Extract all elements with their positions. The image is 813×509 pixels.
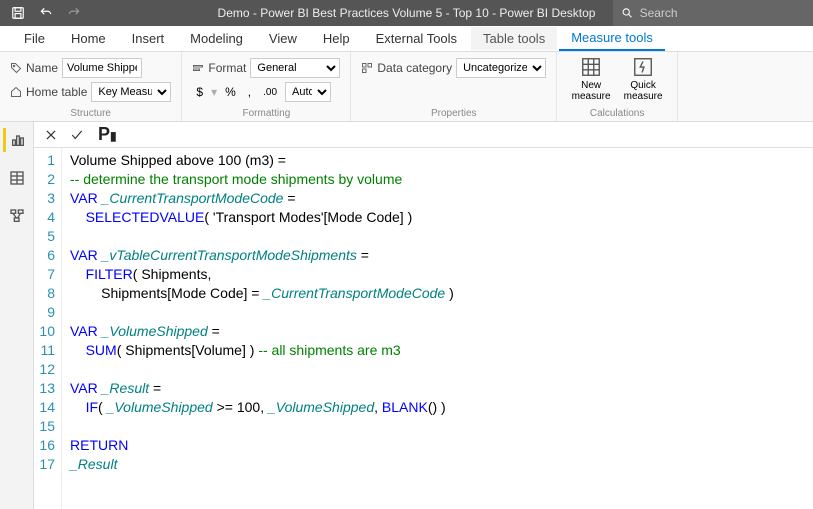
new-measure-icon [580, 56, 602, 78]
table-icon [9, 170, 25, 186]
format-label: Format [192, 61, 246, 75]
report-view-button[interactable] [3, 128, 27, 152]
currency-button[interactable]: $ [192, 83, 207, 101]
tab-help[interactable]: Help [311, 27, 362, 50]
group-label-structure: Structure [10, 106, 171, 121]
tab-insert[interactable]: Insert [120, 27, 177, 50]
window-title: Demo - Power BI Best Practices Volume 5 … [218, 6, 596, 20]
cancel-formula-button[interactable] [40, 124, 62, 146]
model-view-button[interactable] [5, 204, 29, 228]
decimals-icon[interactable]: .00 [259, 85, 281, 100]
tag-icon [10, 62, 22, 74]
group-label-calculations: Calculations [567, 106, 667, 121]
view-rail [0, 122, 34, 509]
ribbon-group-calculations: New measure Quick measure Calculations [557, 52, 678, 121]
category-icon [361, 62, 373, 74]
name-label: Name [10, 61, 58, 75]
tab-file[interactable]: File [12, 27, 57, 50]
thousands-button[interactable]: , [244, 83, 255, 101]
data-view-button[interactable] [5, 166, 29, 190]
home-table-select[interactable]: Key Measures [91, 82, 171, 102]
ribbon-group-structure: Name Home table Key Measures Structure [0, 52, 182, 121]
brand-fragment: P▮ [98, 124, 117, 145]
model-icon [9, 208, 25, 224]
code-lines[interactable]: Volume Shipped above 100 (m3) =-- determ… [62, 148, 454, 509]
formula-editor: P▮ 1234567891011121314151617 Volume Ship… [34, 122, 813, 509]
dax-editor[interactable]: 1234567891011121314151617 Volume Shipped… [34, 148, 813, 509]
tab-table-tools[interactable]: Table tools [471, 27, 557, 50]
commit-formula-button[interactable] [66, 124, 88, 146]
tab-external-tools[interactable]: External Tools [364, 27, 469, 50]
quick-measure-icon [632, 56, 654, 78]
decimals-select[interactable]: Auto [285, 82, 331, 102]
ribbon-group-properties: Data category Uncategorized Properties [351, 52, 557, 121]
home-table-label: Home table [10, 85, 87, 99]
tab-view[interactable]: View [257, 27, 309, 50]
tab-modeling[interactable]: Modeling [178, 27, 255, 50]
format-select[interactable]: General [250, 58, 340, 78]
group-label-properties: Properties [361, 106, 546, 121]
search-box[interactable] [613, 0, 813, 26]
workspace: P▮ 1234567891011121314151617 Volume Ship… [0, 122, 813, 509]
ribbon: Name Home table Key Measures Structure F… [0, 52, 813, 122]
x-icon [44, 128, 58, 142]
group-label-formatting: Formatting [192, 106, 340, 121]
line-gutter: 1234567891011121314151617 [34, 148, 62, 509]
new-measure-button[interactable]: New measure [567, 56, 615, 102]
percent-button[interactable]: % [221, 83, 240, 101]
data-category-select[interactable]: Uncategorized [456, 58, 546, 78]
check-icon [70, 128, 84, 142]
formula-toolbar: P▮ [34, 122, 813, 148]
tab-home[interactable]: Home [59, 27, 118, 50]
redo-icon[interactable] [64, 3, 84, 23]
ribbon-tabs: File Home Insert Modeling View Help Exte… [0, 26, 813, 52]
tab-measure-tools[interactable]: Measure tools [559, 26, 665, 51]
undo-icon[interactable] [36, 3, 56, 23]
measure-name-input[interactable] [62, 58, 142, 78]
data-category-label: Data category [361, 61, 452, 75]
format-icon [192, 62, 204, 74]
quick-measure-button[interactable]: Quick measure [619, 56, 667, 102]
ribbon-group-formatting: Format General $ ▾ % , .00 Auto Formatti… [182, 52, 351, 121]
search-icon [621, 6, 634, 20]
search-input[interactable] [640, 6, 805, 20]
save-icon[interactable] [8, 3, 28, 23]
titlebar: Demo - Power BI Best Practices Volume 5 … [0, 0, 813, 26]
home-icon [10, 86, 22, 98]
bar-chart-icon [10, 132, 26, 148]
